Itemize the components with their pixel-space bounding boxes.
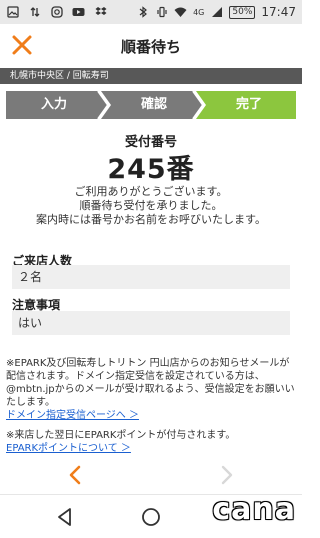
close-icon[interactable]: [10, 33, 34, 57]
domain-setting-link[interactable]: ドメイン指定受信ページへ ＞: [6, 409, 298, 422]
watermark-logo: cana: [212, 492, 296, 527]
notes-value: はい: [12, 311, 290, 335]
chevron-right-icon[interactable]: [214, 463, 238, 487]
image-notification-icon: [6, 6, 19, 19]
breadcrumb: 札幌市中央区 / 回転寿司: [0, 68, 302, 84]
home-icon[interactable]: [140, 506, 162, 528]
step-confirm: 確認: [140, 97, 167, 112]
step-complete: 完了: [235, 97, 262, 112]
message-line: 案内時には番号かお名前をお呼びいたします。: [36, 213, 266, 226]
receipt-number: 245番: [107, 154, 195, 185]
dropbox-icon: [94, 6, 107, 19]
back-icon[interactable]: [54, 506, 76, 528]
instagram-icon: [50, 6, 63, 19]
vibrate-icon: [155, 6, 168, 19]
app-bar: 順番待ち: [0, 24, 302, 68]
data-transfer-icon: [28, 6, 41, 19]
youtube-icon: [72, 6, 85, 19]
bluetooth-icon: [136, 6, 149, 19]
status-clock: 17:47: [261, 5, 296, 19]
confirmation-message: ご利用ありがとうございます。 順番待ち受付を承りました。 案内時には番号かお名前…: [0, 185, 302, 227]
point-notice: ※来店した翌日にEPARKポイントが付与されます。 EPARKポイントについて …: [6, 429, 298, 455]
network-type-label: 4G: [193, 7, 205, 17]
battery-level: 50%: [229, 5, 256, 19]
epark-point-link[interactable]: EPARKポイントについて ＞: [6, 442, 298, 455]
step-input: 入力: [40, 97, 67, 112]
email-notice-text: ※EPARK及び回転寿しトリトン 円山店からのお知らせメールが配信されます。ドメ…: [6, 358, 295, 408]
email-notice: ※EPARK及び回転寿しトリトン 円山店からのお知らせメールが配信されます。ドメ…: [6, 357, 298, 422]
signal-icon: [210, 6, 223, 19]
status-bar: 4G 50% 17:47: [0, 0, 302, 24]
chevron-left-icon[interactable]: [64, 463, 88, 487]
point-notice-text: ※来店した翌日にEPARKポイントが付与されます。: [6, 430, 236, 441]
party-size-value: ２名: [12, 265, 290, 289]
wifi-icon: [174, 6, 187, 19]
pager: [0, 460, 302, 490]
progress-steps: 入力 確認 完了: [6, 91, 296, 119]
message-line: 順番待ち受付を承りました。: [79, 199, 223, 212]
page-title: 順番待ち: [120, 37, 181, 56]
message-line: ご利用ありがとうございます。: [74, 185, 228, 198]
